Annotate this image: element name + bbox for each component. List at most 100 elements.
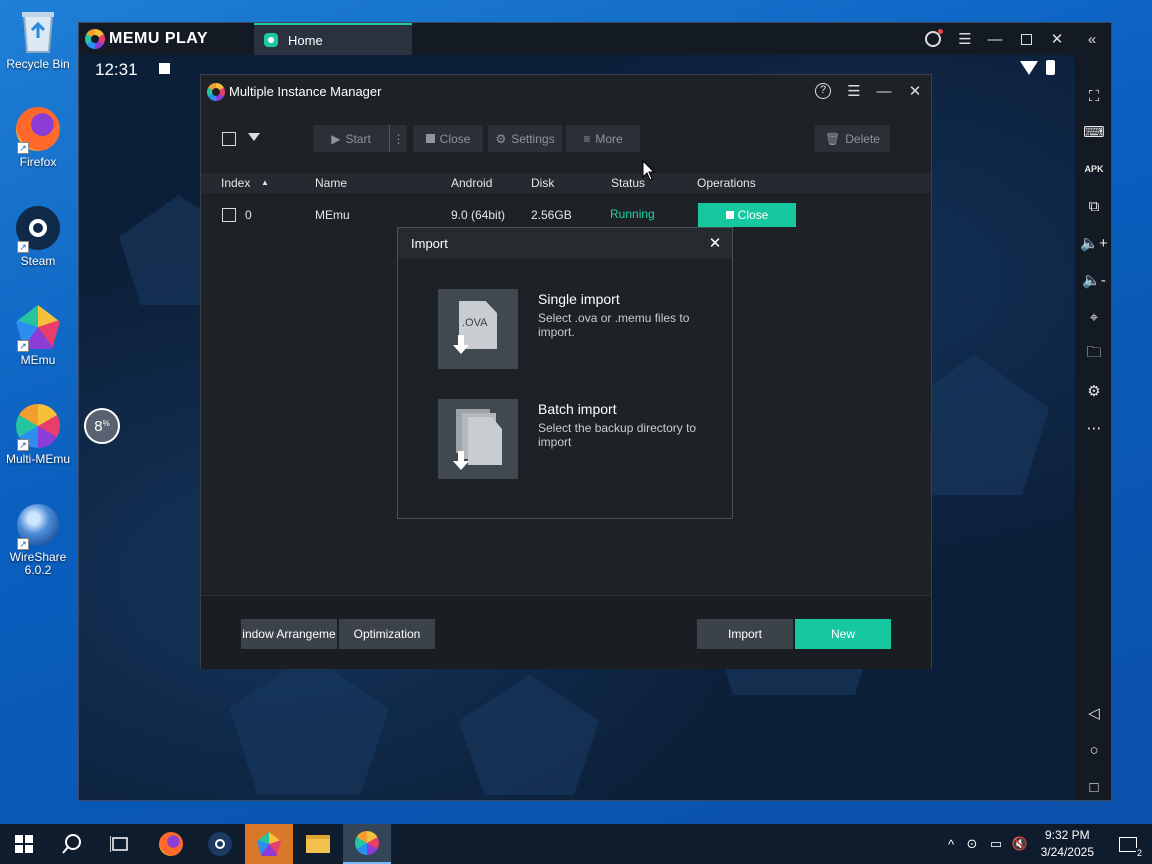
steam-icon: ↗ bbox=[15, 205, 61, 253]
brand-text: MEMU PLAY bbox=[109, 30, 209, 47]
close-label: Close bbox=[439, 131, 471, 146]
battery-icon bbox=[1046, 60, 1055, 75]
desktop-icon-memu[interactable]: ↗ MEmu bbox=[0, 304, 76, 367]
table-row[interactable]: 0 MEmu 9.0 (64bit) 2.56GB Running Close bbox=[201, 203, 931, 227]
more-button[interactable]: ≡ More bbox=[566, 125, 640, 152]
recents-icon[interactable]: □ bbox=[1075, 773, 1111, 800]
help-icon[interactable]: ? bbox=[810, 79, 836, 103]
wallpaper-shape bbox=[459, 675, 599, 795]
download-arrow-icon bbox=[453, 451, 469, 473]
task-view-button[interactable] bbox=[96, 824, 144, 864]
ova-file-icon: .OVA bbox=[438, 289, 518, 369]
window-arrangement-button[interactable]: indow Arrangeme bbox=[241, 619, 337, 649]
import-label: Import bbox=[727, 627, 762, 641]
batch-import-option[interactable]: Batch import Select the backup directory… bbox=[438, 399, 698, 481]
manager-close-icon[interactable]: ✕ bbox=[902, 79, 928, 103]
back-icon[interactable]: ◁ bbox=[1075, 699, 1111, 727]
account-icon[interactable] bbox=[918, 23, 948, 55]
taskbar-memu[interactable] bbox=[245, 824, 293, 864]
tab-label: Home bbox=[288, 32, 323, 48]
close-button[interactable]: Close bbox=[413, 125, 483, 152]
clock-time: 9:32 PM bbox=[1044, 828, 1090, 842]
start-options-button[interactable]: ⋮ bbox=[389, 125, 407, 152]
shortcut-arrow-icon: ↗ bbox=[17, 241, 29, 253]
row-checkbox[interactable] bbox=[222, 208, 236, 222]
notification-icon bbox=[159, 63, 170, 74]
memu-logo: MEMU PLAY bbox=[85, 29, 208, 49]
desktop-icon-wireshare[interactable]: ↗ WireShare 6.0.2 bbox=[0, 502, 76, 577]
import-button[interactable]: Import bbox=[697, 619, 793, 649]
progress-indicator: 8% bbox=[84, 408, 120, 444]
notification-center-button[interactable]: 2 bbox=[1104, 824, 1152, 864]
batch-import-description: Select the backup directory to import bbox=[538, 421, 697, 449]
taskbar-steam[interactable] bbox=[196, 824, 244, 864]
fullscreen-icon[interactable]: ⛶ bbox=[1075, 82, 1111, 110]
ova-badge: .OVA bbox=[462, 317, 488, 329]
row-status: Running bbox=[610, 207, 655, 221]
show-hidden-icons-icon[interactable]: ^ bbox=[942, 837, 960, 852]
desktop-icon-recycle-bin[interactable]: Recycle Bin bbox=[0, 8, 76, 71]
optimization-label: Optimization bbox=[353, 627, 421, 641]
folder-icon[interactable]: 🗀 bbox=[1075, 340, 1111, 368]
import-close-icon[interactable]: ✕ bbox=[704, 232, 726, 254]
settings-button[interactable]: ⚙ Settings bbox=[488, 125, 562, 152]
volume-up-icon[interactable]: 🔈+ bbox=[1075, 229, 1111, 257]
row-close-button[interactable]: Close bbox=[698, 203, 796, 227]
desktop-icon-firefox[interactable]: ↗ Firefox bbox=[0, 106, 76, 169]
tab-home[interactable]: Home bbox=[254, 23, 412, 55]
taskbar-firefox[interactable] bbox=[147, 824, 195, 864]
menu-icon[interactable]: ☰ bbox=[950, 23, 980, 55]
settings-gear-icon[interactable]: ⚙ bbox=[1075, 377, 1111, 405]
multi-window-icon[interactable]: ⧉ bbox=[1075, 192, 1111, 220]
multi-memu-icon bbox=[355, 831, 379, 855]
taskbar-multi-memu[interactable] bbox=[343, 824, 391, 864]
folder-icon bbox=[306, 835, 330, 853]
more-dots-icon[interactable]: ⋯ bbox=[1075, 414, 1111, 442]
delete-button[interactable]: 🗑 Delete bbox=[815, 125, 890, 152]
start-button[interactable]: ▶ Start bbox=[313, 125, 389, 152]
download-arrow-icon bbox=[453, 335, 469, 357]
minimize-icon[interactable]: — bbox=[980, 23, 1010, 55]
keyboard-icon[interactable]: ⌨ bbox=[1075, 118, 1111, 146]
column-android: Android bbox=[451, 176, 493, 190]
home-circle-icon[interactable]: ○ bbox=[1075, 736, 1111, 764]
manager-menu-icon[interactable]: ☰ bbox=[841, 79, 867, 103]
wireshare-icon: ↗ bbox=[15, 502, 61, 550]
new-button[interactable]: New bbox=[795, 619, 891, 649]
optimization-button[interactable]: Optimization bbox=[339, 619, 435, 649]
select-all-checkbox[interactable] bbox=[222, 132, 236, 146]
single-import-option[interactable]: .OVA Single import Select .ova or .memu … bbox=[438, 289, 698, 371]
maximize-icon[interactable] bbox=[1011, 23, 1041, 55]
location-icon[interactable]: ⌖ bbox=[1075, 303, 1111, 331]
firefox-icon: ↗ bbox=[15, 106, 61, 154]
taskbar-clock[interactable]: 9:32 PM 3/24/2025 bbox=[1041, 827, 1094, 861]
row-name: MEmu bbox=[315, 208, 350, 222]
shortcut-arrow-icon: ↗ bbox=[17, 142, 29, 154]
meet-now-icon[interactable]: ⊙ bbox=[960, 836, 984, 852]
taskbar-file-explorer[interactable] bbox=[294, 824, 342, 864]
android-clock: 12:31 bbox=[95, 60, 138, 79]
volume-muted-icon[interactable]: 🔇 bbox=[1008, 836, 1032, 852]
trash-icon: 🗑 bbox=[825, 131, 841, 146]
filter-icon[interactable] bbox=[248, 133, 260, 141]
volume-down-icon[interactable]: 🔈- bbox=[1075, 266, 1111, 294]
batch-files-icon bbox=[438, 399, 518, 479]
import-dialog: Import ✕ .OVA Single import Select .ova … bbox=[397, 227, 733, 519]
desktop-icon-multi-memu[interactable]: ↗ Multi-MEmu bbox=[0, 403, 76, 466]
search-button[interactable] bbox=[48, 824, 96, 864]
system-tray: ^ ⊙ ▭ 🔇 bbox=[942, 824, 1032, 864]
delete-label: Delete bbox=[845, 131, 880, 146]
desktop-icon-steam[interactable]: ↗ Steam bbox=[0, 205, 76, 268]
progress-unit: % bbox=[102, 418, 110, 428]
close-icon[interactable]: ✕ bbox=[1042, 23, 1072, 55]
collapse-sidebar-icon[interactable]: « bbox=[1077, 23, 1107, 55]
apk-icon[interactable]: APK bbox=[1075, 155, 1111, 183]
start-menu-button[interactable] bbox=[0, 824, 48, 864]
network-icon[interactable]: ▭ bbox=[984, 836, 1008, 852]
manager-minimize-icon[interactable]: — bbox=[871, 79, 897, 103]
start-label: Start bbox=[345, 131, 371, 146]
list-icon: ≡ bbox=[583, 131, 591, 146]
recycle-bin-icon bbox=[15, 8, 61, 54]
column-index[interactable]: Index bbox=[221, 176, 250, 190]
more-label: More bbox=[595, 131, 623, 146]
